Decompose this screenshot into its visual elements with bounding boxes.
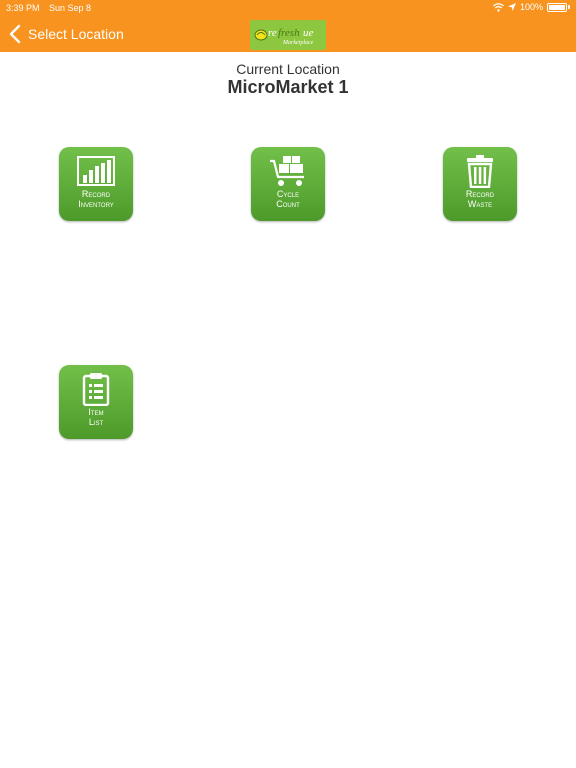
cycle-count-button[interactable]: Cycle Count	[251, 147, 325, 221]
back-button-label: Select Location	[28, 26, 124, 42]
item-list-label-line1: Item	[88, 407, 104, 417]
refresh-logo: re fresh ue Marketplace	[250, 20, 326, 50]
cycle-count-label-line2: Count	[276, 199, 300, 209]
location-title: MicroMarket 1	[227, 77, 349, 97]
record-waste-label-line1: Record	[465, 189, 495, 199]
svg-text:re: re	[268, 27, 277, 39]
bar-chart-icon	[77, 156, 115, 186]
clipboard-icon	[82, 373, 110, 406]
item-list-button[interactable]: Item List	[59, 365, 133, 439]
nav-bar: Select Location re fresh ue Marketplace	[0, 16, 576, 52]
svg-text:fresh: fresh	[278, 27, 300, 39]
trash-icon	[467, 155, 493, 188]
top-bar: 3:39 PM Sun Sep 8 100% Select Location r…	[0, 0, 576, 52]
record-waste-label-line2: Waste	[467, 199, 493, 209]
status-time: 3:39 PM	[6, 3, 40, 13]
cycle-count-label-line1: Cycle	[276, 189, 300, 199]
current-location-label: Current Location	[236, 61, 340, 77]
battery-tip	[568, 5, 570, 9]
back-button[interactable]: Select Location	[8, 24, 124, 44]
wifi-icon	[493, 2, 504, 12]
location-arrow-icon	[507, 3, 516, 11]
status-date: Sun Sep 8	[49, 3, 92, 13]
record-waste-button[interactable]: Record Waste	[443, 147, 517, 221]
record-inventory-button[interactable]: Record Inventory	[59, 147, 133, 221]
item-list-label-line2: List	[88, 417, 104, 427]
battery-percent: 100%	[519, 2, 543, 12]
record-inventory-label-line2: Inventory	[78, 199, 114, 209]
status-bar: 3:39 PM Sun Sep 8 100%	[0, 0, 576, 16]
record-inventory-label-line1: Record	[81, 189, 111, 199]
svg-text:ue: ue	[303, 27, 314, 39]
chevron-left-icon	[9, 24, 21, 44]
svg-text:Marketplace: Marketplace	[282, 40, 314, 46]
refresh-logo-mark: re fresh ue Marketplace	[254, 27, 314, 46]
app-screen: 3:39 PM Sun Sep 8 100% Select Location r…	[0, 0, 576, 768]
cart-icon	[270, 156, 304, 186]
battery-icon	[547, 2, 567, 12]
status-indicators: 100%	[493, 2, 570, 12]
